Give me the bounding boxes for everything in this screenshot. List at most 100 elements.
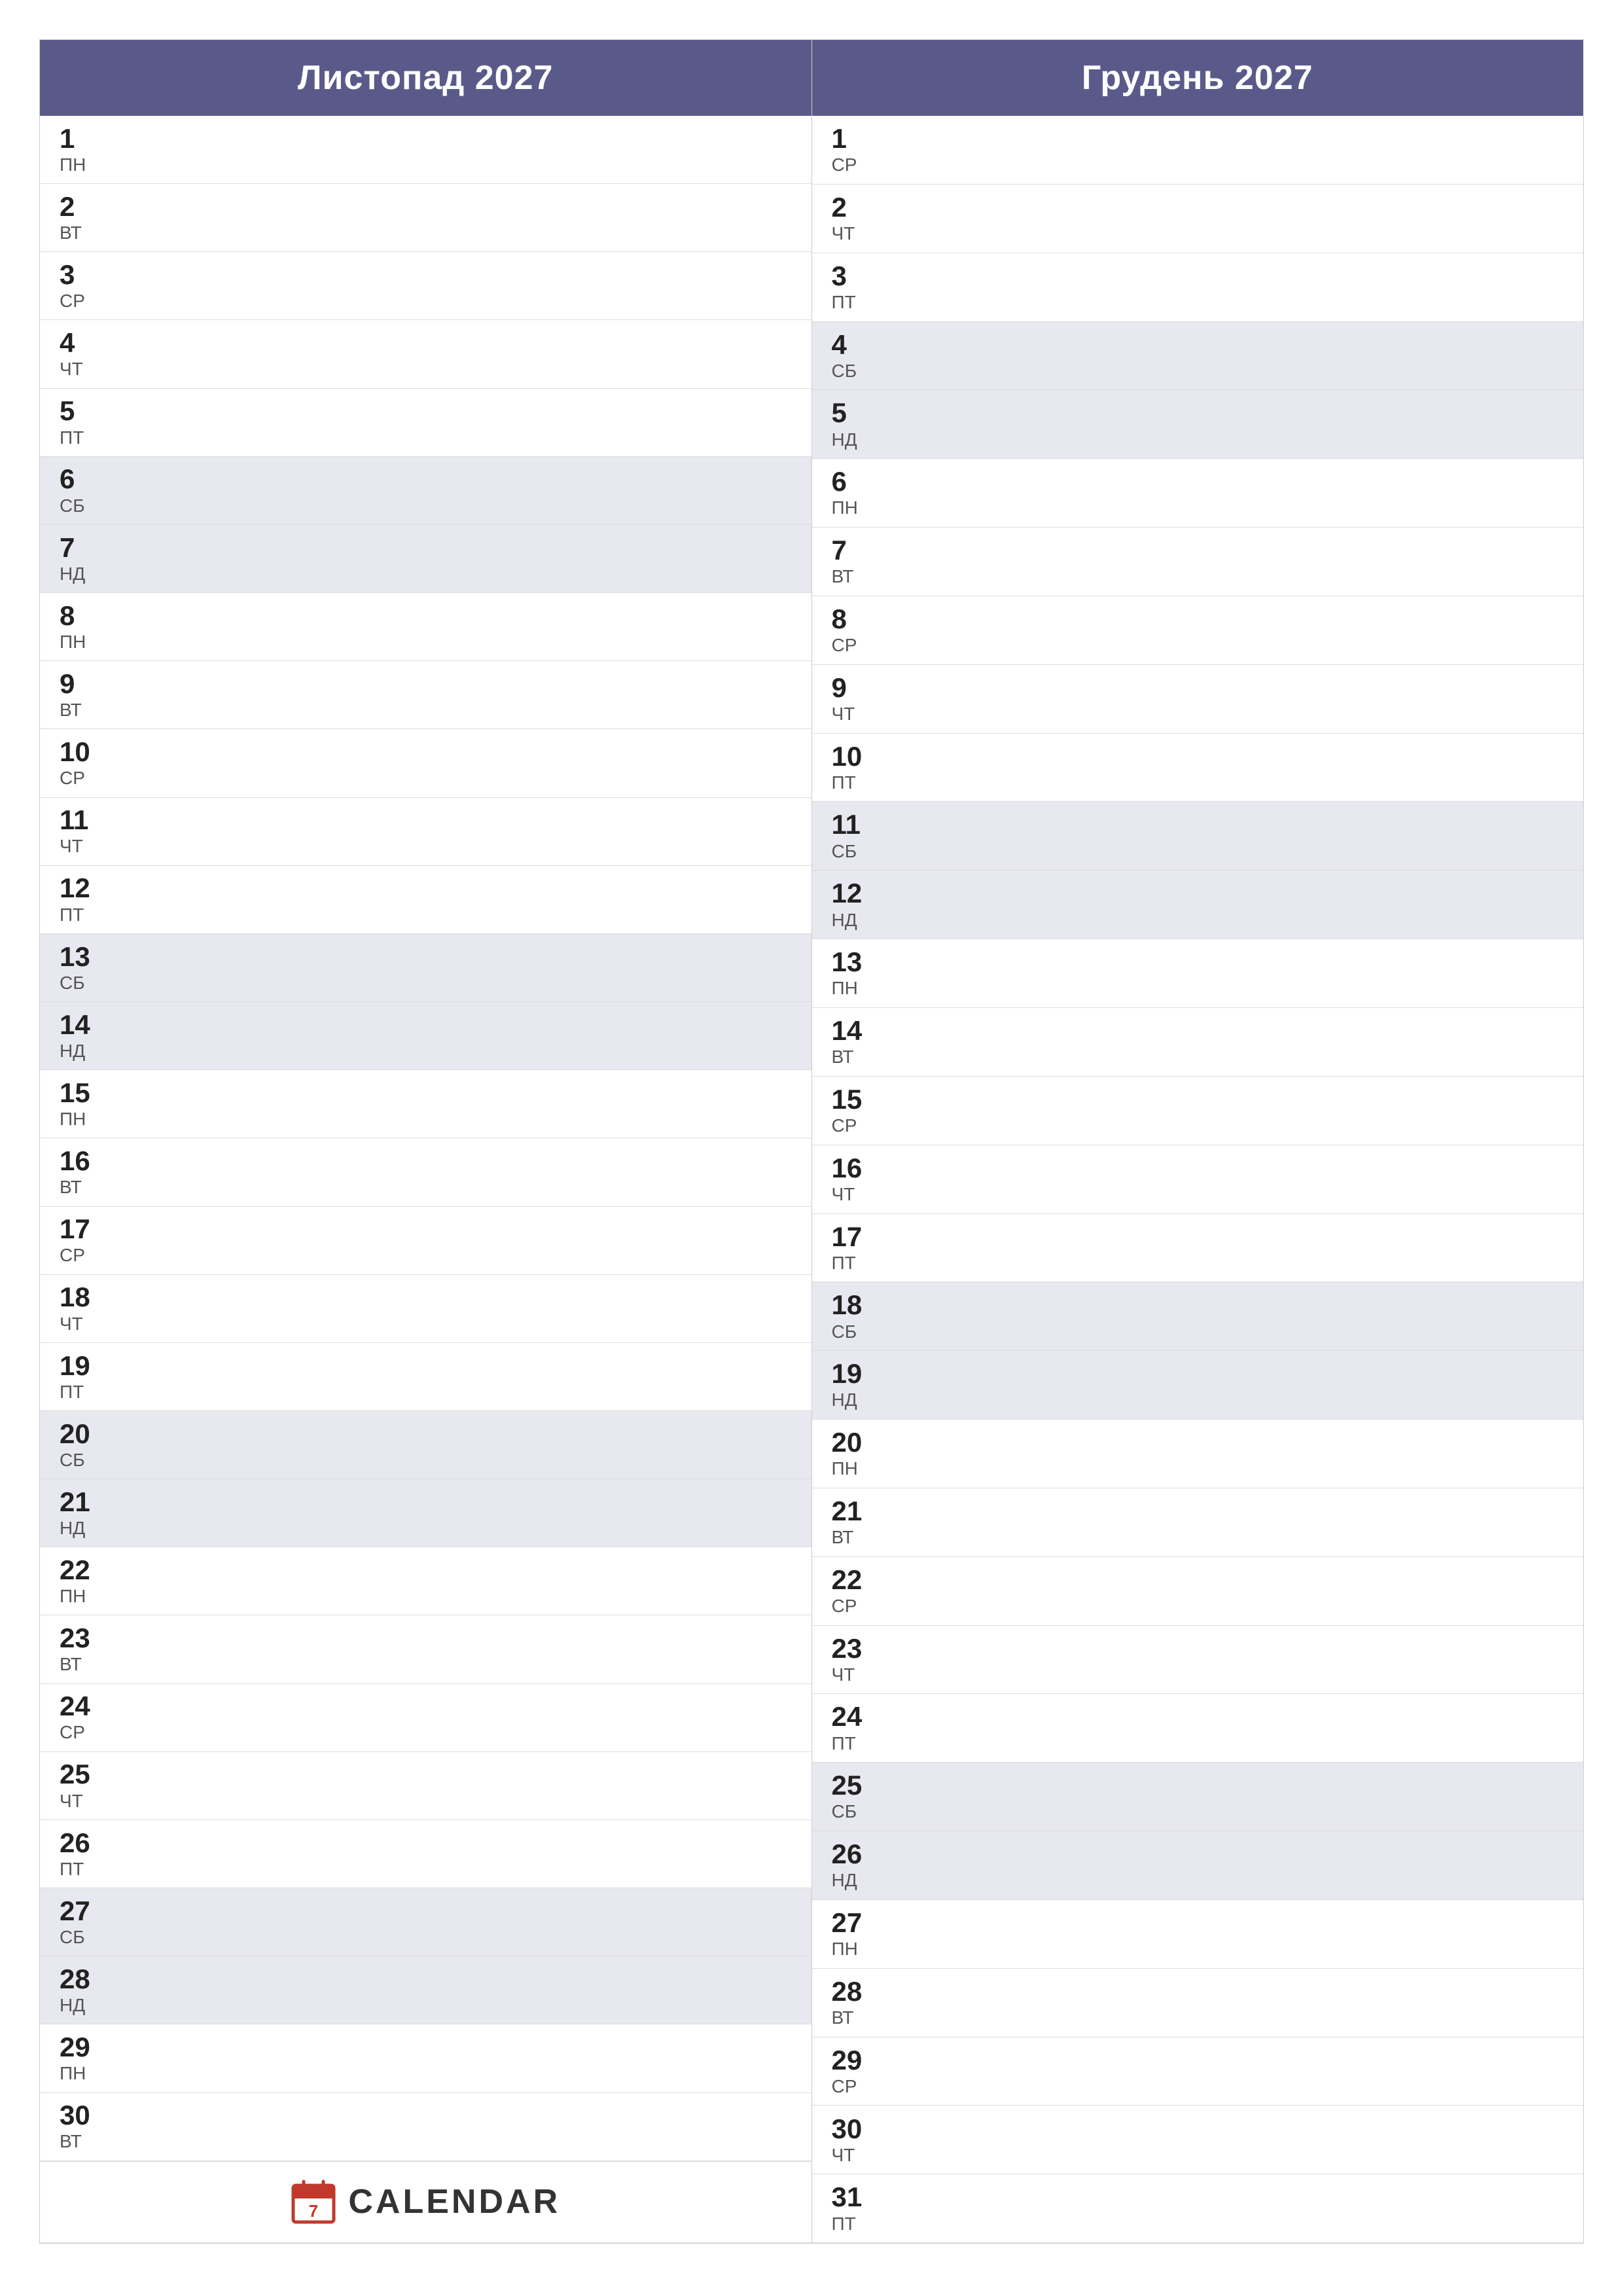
day-name: ПН <box>60 1108 792 1130</box>
day-name: ПН <box>832 977 1564 999</box>
day-row: 25ЧТ <box>40 1752 812 1820</box>
day-number: 18 <box>832 1290 1564 1320</box>
day-row: 20СБ <box>40 1411 812 1479</box>
day-number: 13 <box>832 947 1564 977</box>
day-row: 13СБ <box>40 934 812 1002</box>
day-row: 11ЧТ <box>40 798 812 866</box>
day-name: СБ <box>60 495 792 517</box>
day-row: 16ВТ <box>40 1138 812 1206</box>
day-row: 6СБ <box>40 457 812 525</box>
day-row: 12ПТ <box>40 866 812 934</box>
day-name: ВТ <box>832 2007 1564 2029</box>
day-name: ПТ <box>60 1381 792 1403</box>
day-row: 15ПН <box>40 1070 812 1138</box>
day-name: НД <box>832 429 1564 451</box>
day-name: ПН <box>60 1585 792 1607</box>
day-name: СБ <box>60 1926 792 1948</box>
day-row: 18СБ <box>812 1282 1584 1351</box>
day-number: 26 <box>60 1828 792 1858</box>
logo-area: 7 CALENDAR <box>291 2179 560 2225</box>
day-name: ПН <box>832 497 1564 519</box>
day-number: 31 <box>832 2182 1564 2212</box>
day-number: 29 <box>60 2032 792 2062</box>
day-number: 15 <box>60 1078 792 1108</box>
day-name: ПТ <box>832 291 1564 314</box>
day-number: 3 <box>60 260 792 290</box>
day-number: 13 <box>60 942 792 972</box>
day-number: 25 <box>60 1759 792 1789</box>
day-number: 19 <box>832 1359 1564 1389</box>
day-row: 14НД <box>40 1002 812 1070</box>
day-number: 17 <box>60 1214 792 1244</box>
day-name: СР <box>832 634 1564 656</box>
day-row: 16ЧТ <box>812 1145 1584 1214</box>
day-row: 19ПТ <box>40 1343 812 1411</box>
day-name: НД <box>60 1994 792 2017</box>
day-number: 28 <box>832 1977 1564 2007</box>
day-row: 18ЧТ <box>40 1275 812 1343</box>
day-name: ПН <box>832 1458 1564 1480</box>
day-name: СР <box>832 1115 1564 1137</box>
calendar-icon: 7 <box>291 2179 336 2225</box>
day-number: 10 <box>832 742 1564 772</box>
day-number: 2 <box>832 192 1564 223</box>
day-row: 28НД <box>40 1956 812 2024</box>
day-number: 11 <box>832 810 1564 840</box>
day-row: 17ПТ <box>812 1214 1584 1283</box>
day-name: СБ <box>60 1449 792 1471</box>
day-name: СБ <box>832 1321 1564 1343</box>
day-number: 23 <box>832 1634 1564 1664</box>
day-row: 8ПН <box>40 593 812 661</box>
day-name: ЧТ <box>60 1790 792 1812</box>
logo-text: CALENDAR <box>348 2182 560 2221</box>
day-number: 11 <box>60 805 792 835</box>
day-name: СР <box>60 290 792 312</box>
day-number: 16 <box>60 1146 792 1176</box>
day-row: 25СБ <box>812 1763 1584 1831</box>
day-name: СБ <box>832 1801 1564 1823</box>
day-name: ЧТ <box>832 703 1564 725</box>
day-name: СБ <box>60 972 792 994</box>
day-number: 27 <box>832 1908 1564 1938</box>
day-number: 24 <box>60 1691 792 1721</box>
day-number: 1 <box>832 124 1564 154</box>
month-header-november: Листопад 2027 <box>40 40 812 116</box>
day-name: ПТ <box>60 904 792 926</box>
day-row: 12НД <box>812 870 1584 939</box>
day-name: ЧТ <box>60 1313 792 1335</box>
day-number: 29 <box>832 2045 1564 2075</box>
day-row: 6ПН <box>812 459 1584 528</box>
day-number: 16 <box>832 1153 1564 1183</box>
day-name: СБ <box>832 360 1564 382</box>
day-name: ВТ <box>60 699 792 721</box>
day-row: 7ВТ <box>812 528 1584 596</box>
svg-text:7: 7 <box>309 2201 318 2221</box>
day-number: 20 <box>60 1419 792 1449</box>
day-name: ВТ <box>832 565 1564 588</box>
day-row: 23ЧТ <box>812 1626 1584 1695</box>
day-row: 21НД <box>40 1479 812 1547</box>
page: Листопад 20271ПН2ВТ3СР4ЧТ5ПТ6СБ7НД8ПН9ВТ… <box>0 0 1623 2296</box>
day-row: 14ВТ <box>812 1008 1584 1077</box>
day-name: СР <box>60 767 792 789</box>
day-name: НД <box>60 563 792 585</box>
day-name: НД <box>832 909 1564 931</box>
day-name: ПТ <box>832 1732 1564 1755</box>
day-row: 10ПТ <box>812 734 1584 802</box>
day-row: 8СР <box>812 596 1584 665</box>
day-number: 2 <box>60 192 792 222</box>
day-row: 9ЧТ <box>812 665 1584 734</box>
day-name: ПН <box>60 154 792 176</box>
day-name: ЧТ <box>832 2144 1564 2166</box>
day-row: 13ПН <box>812 939 1584 1008</box>
day-number: 8 <box>60 601 792 631</box>
day-name: НД <box>60 1040 792 1062</box>
day-name: НД <box>60 1517 792 1539</box>
day-row: 7НД <box>40 525 812 593</box>
day-name: ПТ <box>832 772 1564 794</box>
day-number: 24 <box>832 1702 1564 1732</box>
day-name: СР <box>832 2075 1564 2098</box>
day-name: ЧТ <box>832 1664 1564 1686</box>
day-number: 21 <box>60 1487 792 1517</box>
day-row: 17СР <box>40 1207 812 1275</box>
